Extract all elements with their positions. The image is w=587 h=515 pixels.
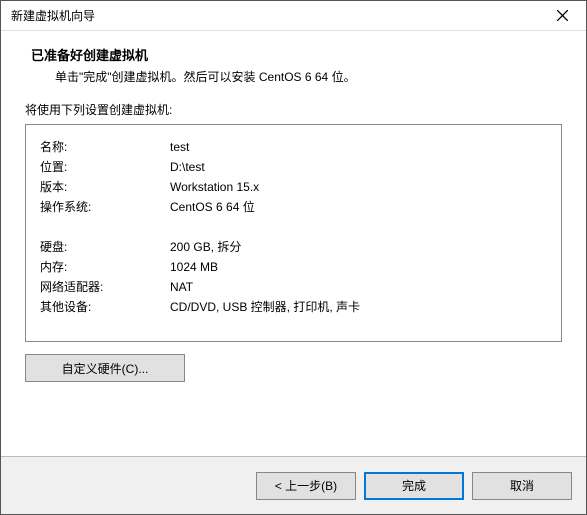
summary-row: 名称: test <box>40 137 547 157</box>
summary-label: 其他设备: <box>40 297 170 317</box>
summary-label: 网络适配器: <box>40 277 170 297</box>
summary-row: 硬盘: 200 GB, 拆分 <box>40 237 547 257</box>
back-button[interactable]: < 上一步(B) <box>256 472 356 500</box>
spacer <box>40 217 547 237</box>
summary-label: 版本: <box>40 177 170 197</box>
customize-hardware-button[interactable]: 自定义硬件(C)... <box>25 354 185 382</box>
summary-label: 内存: <box>40 257 170 277</box>
summary-value: 1024 MB <box>170 257 547 277</box>
summary-value: Workstation 15.x <box>170 177 547 197</box>
summary-value: CD/DVD, USB 控制器, 打印机, 声卡 <box>170 297 547 317</box>
summary-value: D:\test <box>170 157 547 177</box>
close-icon <box>557 10 568 21</box>
summary-row: 版本: Workstation 15.x <box>40 177 547 197</box>
summary-label: 名称: <box>40 137 170 157</box>
wizard-window: 新建虚拟机向导 已准备好创建虚拟机 单击"完成"创建虚拟机。然后可以安装 Cen… <box>0 0 587 515</box>
summary-value: NAT <box>170 277 547 297</box>
summary-row: 内存: 1024 MB <box>40 257 547 277</box>
settings-caption: 将使用下列设置创建虚拟机: <box>25 101 562 118</box>
cancel-button[interactable]: 取消 <box>472 472 572 500</box>
titlebar: 新建虚拟机向导 <box>1 1 586 31</box>
summary-label: 操作系统: <box>40 197 170 217</box>
summary-value: test <box>170 137 547 157</box>
wizard-header: 已准备好创建虚拟机 单击"完成"创建虚拟机。然后可以安装 CentOS 6 64… <box>1 31 586 95</box>
wizard-footer: < 上一步(B) 完成 取消 <box>1 456 586 514</box>
summary-row: 位置: D:\test <box>40 157 547 177</box>
close-button[interactable] <box>542 2 582 30</box>
settings-summary-box: 名称: test 位置: D:\test 版本: Workstation 15.… <box>25 124 562 342</box>
summary-value: 200 GB, 拆分 <box>170 237 547 257</box>
summary-label: 硬盘: <box>40 237 170 257</box>
summary-row: 网络适配器: NAT <box>40 277 547 297</box>
wizard-body: 将使用下列设置创建虚拟机: 名称: test 位置: D:\test 版本: W… <box>1 95 586 456</box>
page-title: 已准备好创建虚拟机 <box>31 45 562 64</box>
window-title: 新建虚拟机向导 <box>11 7 95 24</box>
summary-label: 位置: <box>40 157 170 177</box>
summary-value: CentOS 6 64 位 <box>170 197 547 217</box>
finish-button[interactable]: 完成 <box>364 472 464 500</box>
page-subtitle: 单击"完成"创建虚拟机。然后可以安装 CentOS 6 64 位。 <box>31 68 562 85</box>
summary-row: 其他设备: CD/DVD, USB 控制器, 打印机, 声卡 <box>40 297 547 317</box>
summary-row: 操作系统: CentOS 6 64 位 <box>40 197 547 217</box>
